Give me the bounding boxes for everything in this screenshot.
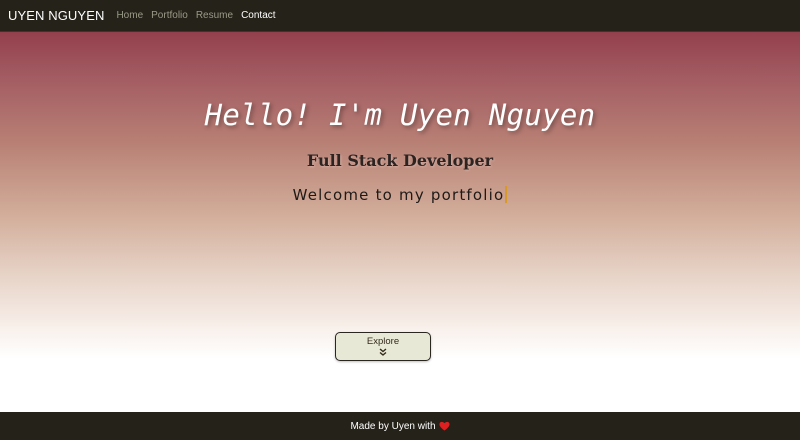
- navbar: UYEN NGUYEN Home Portfolio Resume Contac…: [0, 0, 800, 32]
- nav-link-home[interactable]: Home: [116, 10, 143, 21]
- hero-section: Hello! I'm Uyen Nguyen Full Stack Develo…: [0, 32, 800, 412]
- footer-text: Made by Uyen with: [350, 420, 436, 432]
- double-chevron-down-icon: [379, 348, 387, 356]
- brand-link[interactable]: UYEN NGUYEN: [8, 8, 104, 23]
- explore-button[interactable]: Explore: [335, 332, 431, 361]
- explore-label: Explore: [366, 336, 400, 347]
- nav-link-portfolio[interactable]: Portfolio: [151, 10, 188, 21]
- nav-link-resume[interactable]: Resume: [196, 10, 233, 21]
- typing-cursor: [505, 186, 508, 203]
- welcome-line: Welcome to my portfolio: [0, 186, 800, 204]
- hero-title: Hello! I'm Uyen Nguyen: [204, 98, 596, 132]
- heart-icon: [438, 421, 450, 431]
- footer: Made by Uyen with: [0, 412, 800, 440]
- hero-subtitle: Full Stack Developer: [306, 151, 494, 170]
- nav-link-contact[interactable]: Contact: [241, 10, 275, 21]
- welcome-text: Welcome to my portfolio: [292, 186, 505, 204]
